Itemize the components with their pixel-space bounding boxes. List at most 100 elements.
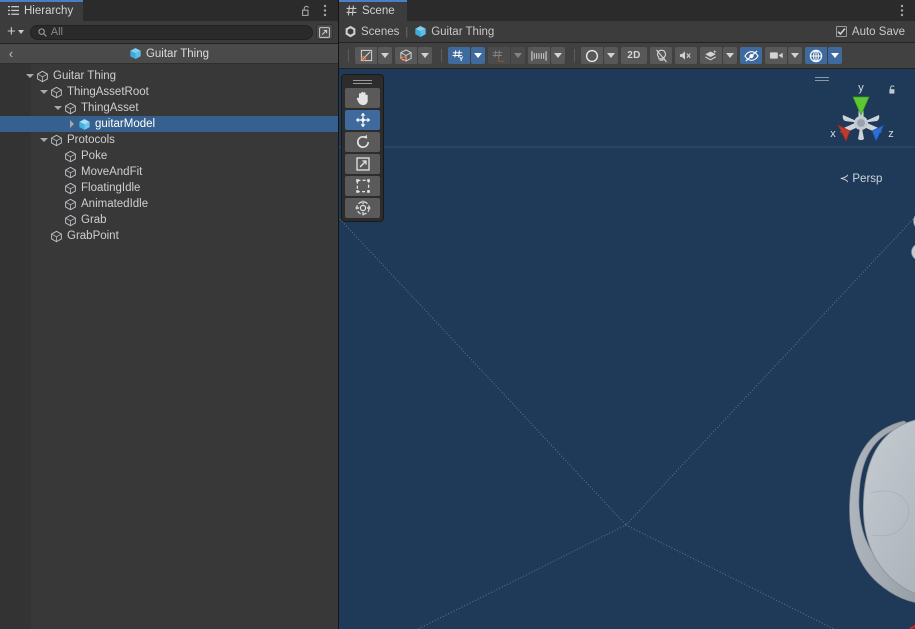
shading-dropdown-button[interactable] [418,47,432,64]
gameobject-cube-icon [64,102,77,115]
gameobject-cube-icon [64,166,77,179]
prefab-cube-icon [414,25,427,38]
tree-item-moveandfit[interactable]: MoveAndFit [0,164,338,180]
wireframe-cube-button[interactable] [395,47,417,64]
effects-toggle-button[interactable] [700,47,722,64]
panel-splitter[interactable] [338,0,339,629]
gameobject-cube-icon [64,198,77,211]
scene-lighting-button[interactable] [581,47,603,64]
transform-combo-icon [355,200,370,216]
tree-item-guitar-thing[interactable]: Guitar Thing [0,68,338,84]
scene-viewport[interactable]: y x z ≺ Persp [338,69,915,629]
hierarchy-tabbar: Hierarchy [0,0,338,21]
chevron-down-icon[interactable] [23,74,36,78]
increment-dropdown-button[interactable] [551,47,565,64]
effects-dropdown-button[interactable] [723,47,737,64]
gizmos-group [805,47,842,64]
lock-open-icon[interactable] [298,2,315,19]
toggle-2d-button[interactable]: 2D [621,47,647,64]
scenes-crumb[interactable]: Scenes [344,25,399,38]
search-icon [38,27,47,37]
scene-lighting-group [581,47,618,64]
chevron-right-icon[interactable] [65,120,78,128]
hierarchy-list-icon [8,5,19,16]
breadcrumb-back-button[interactable]: ‹ [0,44,22,63]
grid-dropdown-button[interactable] [471,47,485,64]
grid-visibility-button[interactable]: Y [448,47,470,64]
hierarchy-searchbar: + All [0,21,338,44]
breadcrumb-label: Guitar Thing [145,47,210,60]
grid-snapping-button[interactable] [488,47,510,64]
prefab-cube-icon [78,118,91,131]
auto-save-label: Auto Save [851,25,905,38]
tree-item-guitarmodel[interactable]: guitarModel [0,116,338,132]
camera-settings-button[interactable] [765,47,787,64]
palette-drag-handle[interactable] [345,78,380,86]
increment-snapping-button[interactable] [528,47,550,64]
scene-visibility-button[interactable] [740,47,762,64]
hierarchy-panel: Hierarchy + All ‹ Guitar Thing Guitar Th… [0,0,338,629]
grid-snap-group [488,47,525,64]
kebab-menu-icon[interactable] [893,2,910,19]
projection-arrow-icon: ≺ [839,173,850,185]
transform-tool-button[interactable] [345,198,380,218]
tree-item-animatedidle[interactable]: AnimatedIdle [0,196,338,212]
rect-tool-button[interactable] [345,176,380,196]
unity-editor-window: Hierarchy + All ‹ Guitar Thing Guitar Th… [0,0,915,629]
tree-item-grab[interactable]: Grab [0,212,338,228]
gizmos-dropdown-button[interactable] [828,47,842,64]
draw-mode-shaded-button[interactable] [355,47,377,64]
rotate-tool-button[interactable] [345,132,380,152]
auto-save-checkbox[interactable] [835,26,847,37]
tree-item-label: AnimatedIdle [81,198,149,210]
chevron-down-icon[interactable] [37,138,50,142]
lighting-dropdown-button[interactable] [604,47,618,64]
tab-scene-label: Scene [362,4,395,17]
effects-group [700,47,737,64]
chevron-down-icon[interactable] [51,106,64,110]
tab-scene[interactable]: Scene [338,0,407,21]
tab-hierarchy[interactable]: Hierarchy [0,0,84,21]
move-tool-button[interactable] [345,110,380,130]
increment-snap-group [528,47,565,64]
hand-tool-button[interactable] [345,88,380,108]
gizmos-toggle-button[interactable] [805,47,827,64]
projection-mode-label[interactable]: ≺ Persp [813,171,909,185]
scene-panel: Scene Scenes | Guitar Thing Auto Save Y … [338,0,915,629]
add-gameobject-button[interactable]: + [4,24,27,39]
scale-tool-button[interactable] [345,154,380,174]
tree-item-label: ThingAssetRoot [67,86,149,98]
tree-item-grabpoint[interactable]: GrabPoint [0,228,338,244]
tree-item-thingassetroot[interactable]: ThingAssetRoot [0,84,338,100]
tree-item-thingasset[interactable]: ThingAsset [0,100,338,116]
search-input[interactable]: All [29,24,313,40]
scale-icon [355,157,370,171]
search-placeholder: All [50,26,63,38]
tree-item-floatingidle[interactable]: FloatingIdle [0,180,338,196]
toggle-audio-button[interactable] [675,47,697,64]
breadcrumb-separator: | [405,25,409,38]
open-scene-crumb[interactable]: Guitar Thing [414,25,494,38]
rotate-icon [356,134,369,148]
scene-view-gizmo[interactable]: y x z ≺ Persp [813,75,909,187]
gameobject-cube-icon [64,214,77,227]
chevron-down-icon[interactable] [37,90,50,94]
auto-save-toggle[interactable]: Auto Save [835,25,909,38]
grid-snap-dropdown-button[interactable] [511,47,525,64]
popout-window-icon[interactable] [316,24,333,40]
rect-transform-icon [355,179,370,193]
tree-item-label: ThingAsset [81,102,139,114]
unity-logo-icon [344,25,357,38]
kebab-menu-icon[interactable] [316,2,333,19]
hierarchy-tree: Guitar Thing ThingAssetRoot ThingAsset guit… [0,64,338,244]
camera-dropdown-button[interactable] [788,47,802,64]
tree-item-protocols[interactable]: Protocols [0,132,338,148]
prefab-breadcrumb: ‹ Guitar Thing [0,44,338,64]
tree-item-poke[interactable]: Poke [0,148,338,164]
shading-group [395,47,432,64]
toggle-lighting-button[interactable] [650,47,672,64]
hierarchy-tree-area: Guitar Thing ThingAssetRoot ThingAsset guit… [0,64,338,629]
gizmo-lock-icon [889,85,895,94]
tree-item-label: Guitar Thing [53,70,117,82]
draw-mode-dropdown-button[interactable] [378,47,392,64]
